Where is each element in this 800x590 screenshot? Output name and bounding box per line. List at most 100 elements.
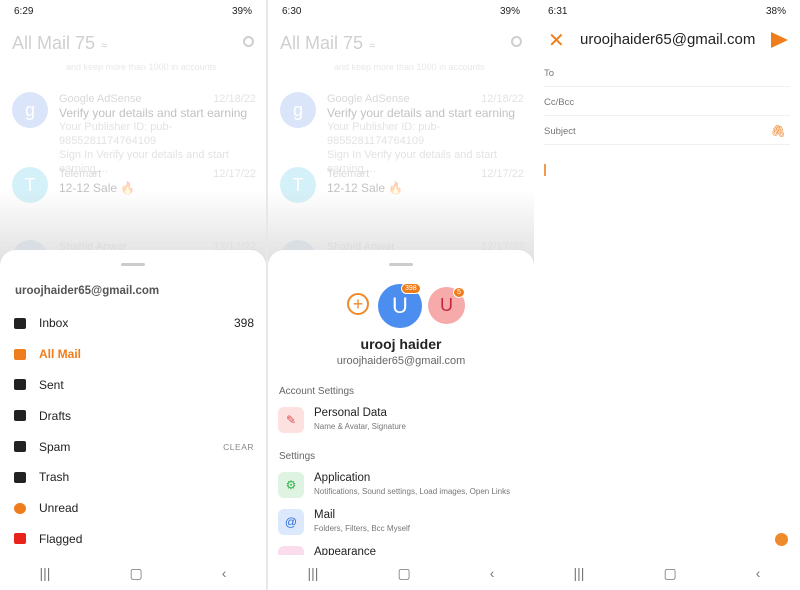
person-edit-icon: ✎ xyxy=(278,407,304,433)
body-editor[interactable] xyxy=(544,164,546,176)
item-title: Application xyxy=(314,472,371,484)
folder-unread[interactable]: Unread xyxy=(14,493,254,524)
folder-label: Unread xyxy=(39,501,79,516)
account-email: uroojhaider65@gmail.com xyxy=(336,355,466,367)
folder-label: Flagged xyxy=(39,531,83,546)
folder-spam[interactable]: Spam CLEAR xyxy=(14,431,254,462)
folder-sent[interactable]: Sent xyxy=(14,370,254,401)
emoji-icon[interactable] xyxy=(775,533,788,546)
subject: Verify your details and start earning xyxy=(59,106,248,120)
list-title: All Mail 75 ≈ xyxy=(280,33,375,54)
back-icon[interactable]: ‹ xyxy=(756,565,761,582)
folder-label: Inbox xyxy=(39,316,69,331)
subject: Verify your details and start earning xyxy=(327,106,516,120)
avatar: g xyxy=(280,92,316,128)
inbox-icon xyxy=(14,317,26,329)
section-heading: Settings xyxy=(279,451,316,462)
nav-bar: ||| ▢ ‹ xyxy=(0,565,266,582)
date: 12/18/22 xyxy=(213,93,256,105)
account-screen: 6:30 39% All Mail 75 ≈ and keep more than … xyxy=(268,0,534,590)
account-email: uroojhaider65@gmail.com xyxy=(15,285,160,297)
section-heading: Account Settings xyxy=(279,386,355,397)
clock: 6:31 xyxy=(548,6,568,17)
subject-label: Subject xyxy=(544,126,576,137)
folders-screen: 6:29 39% All Mail 75 ≈ and keep more than … xyxy=(0,0,266,590)
home-icon[interactable]: ▢ xyxy=(397,565,410,582)
unread-badge: 398 xyxy=(401,283,421,294)
subject-field[interactable]: Subject 🖇 xyxy=(544,116,790,145)
add-account-button[interactable]: + xyxy=(347,293,369,315)
status-bar: 6:31 38% xyxy=(548,6,786,17)
thumbs-down-icon xyxy=(14,441,26,453)
recents-icon[interactable]: ||| xyxy=(40,565,51,582)
folder-label: Spam xyxy=(39,439,71,454)
send-icon[interactable] xyxy=(771,32,788,48)
clipped-text: and keep more than 1000 in accounts xyxy=(66,62,217,72)
dot-icon xyxy=(14,502,26,514)
folder-sheet: uroojhaider65@gmail.com Inbox 398 All Ma… xyxy=(0,250,266,590)
date: 12/17/22 xyxy=(213,168,256,180)
recents-icon[interactable]: ||| xyxy=(574,565,585,582)
item-subtitle: Name & Avatar, Signature xyxy=(314,422,406,431)
account-sheet: + U 398 U 5 urooj haider uroojhaider65@g… xyxy=(268,250,534,590)
folder-trash[interactable]: Trash xyxy=(14,462,254,493)
settings-item-mail[interactable]: @ Mail Folders, Filters, Bcc Myself xyxy=(278,509,534,539)
all-mail-icon xyxy=(14,348,26,360)
trash-icon xyxy=(14,471,26,483)
search-icon[interactable] xyxy=(511,36,522,47)
flag-icon xyxy=(14,533,26,545)
unread-badge: 5 xyxy=(453,287,465,298)
drag-handle[interactable] xyxy=(121,263,145,266)
at-icon: @ xyxy=(278,509,304,535)
close-icon[interactable]: ✕ xyxy=(548,28,565,53)
back-icon[interactable]: ‹ xyxy=(222,565,227,582)
preview: Your Publisher ID: pub-9855281174764109 xyxy=(327,121,441,147)
item-subtitle: Folders, Filters, Bcc Myself xyxy=(314,524,411,533)
item-title: Mail xyxy=(314,509,336,521)
nav-bar: ||| ▢ ‹ xyxy=(534,565,800,582)
item-title: Personal Data xyxy=(314,407,387,419)
date: 12/18/22 xyxy=(481,93,524,105)
folder-drafts[interactable]: Drafts xyxy=(14,400,254,431)
settings-item-application[interactable]: ⚙ Application Notifications, Sound setting… xyxy=(278,472,534,502)
cc-bcc-field[interactable]: Cc/Bcc xyxy=(544,87,790,116)
count: 398 xyxy=(233,316,254,331)
personal-data-item[interactable]: ✎ Personal Data Name & Avatar, Signature xyxy=(278,407,534,437)
avatar: g xyxy=(12,92,48,128)
date: 12/17/22 xyxy=(481,168,524,180)
search-icon[interactable] xyxy=(243,36,254,47)
back-icon[interactable]: ‹ xyxy=(490,565,495,582)
folder-all-mail[interactable]: All Mail xyxy=(14,339,254,370)
home-icon[interactable]: ▢ xyxy=(129,565,142,582)
title-text: All Mail 75 xyxy=(12,33,96,53)
preview: Your Publisher ID: pub-9855281174764109 xyxy=(59,121,173,147)
attachment-icon[interactable]: 🖇 xyxy=(771,124,786,138)
list-title: All Mail 75 ≈ xyxy=(12,33,107,54)
folder-flagged[interactable]: Flagged xyxy=(14,524,254,555)
recents-icon[interactable]: ||| xyxy=(308,565,319,582)
folder-label: Trash xyxy=(39,470,70,485)
clipped-text: and keep more than 1000 in accounts xyxy=(334,62,485,72)
title-text: All Mail 75 xyxy=(280,33,364,53)
item-subtitle: Notifications, Sound settings, Load imag… xyxy=(314,487,511,496)
to-label: To xyxy=(544,68,555,79)
compose-screen: 6:31 38% ✕ uroojhaider65@gmail.com To Cc/… xyxy=(534,0,800,590)
from-account[interactable]: uroojhaider65@gmail.com xyxy=(580,31,755,48)
filter-icon[interactable]: ≈ xyxy=(369,40,375,52)
folder-label: Drafts xyxy=(39,408,72,423)
clear-button[interactable]: CLEAR xyxy=(223,442,254,452)
filter-icon[interactable]: ≈ xyxy=(101,40,107,52)
home-icon[interactable]: ▢ xyxy=(663,565,676,582)
nav-bar: ||| ▢ ‹ xyxy=(268,565,534,582)
drag-handle[interactable] xyxy=(389,263,413,266)
gear-icon: ⚙ xyxy=(278,472,304,498)
folder-label: All Mail xyxy=(39,347,82,362)
drafts-icon xyxy=(14,410,26,422)
battery: 38% xyxy=(765,6,786,17)
folder-label: Sent xyxy=(39,377,64,392)
account-name: urooj haider xyxy=(360,336,442,352)
folder-inbox[interactable]: Inbox 398 xyxy=(14,308,254,339)
reply-icon xyxy=(14,379,26,391)
to-field[interactable]: To xyxy=(544,58,790,87)
cc-label: Cc/Bcc xyxy=(544,97,575,108)
